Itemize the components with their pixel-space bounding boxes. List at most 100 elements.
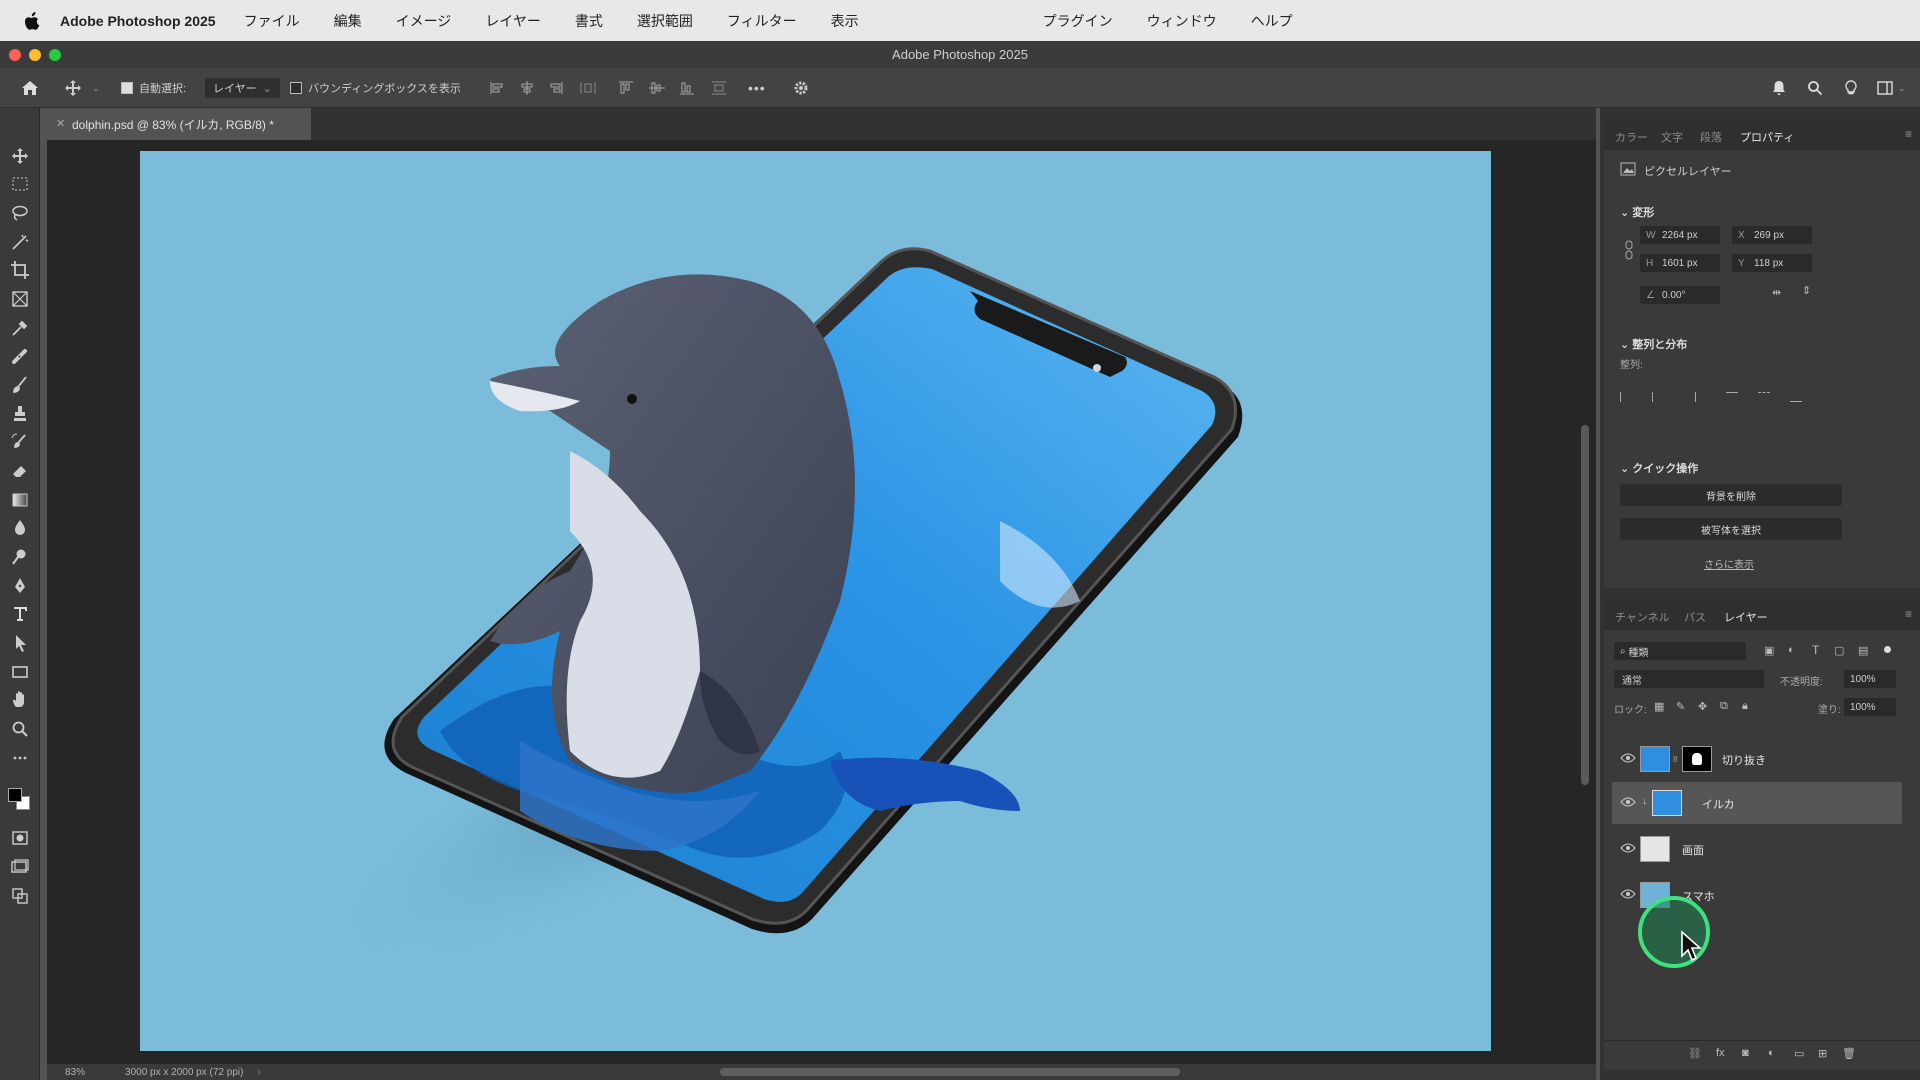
tab-layers[interactable]: レイヤー [1718, 600, 1774, 630]
layer-name[interactable]: イルカ [1702, 796, 1735, 812]
menu-select[interactable]: 選択範囲 [637, 11, 693, 31]
visibility-eye-icon[interactable] [1620, 843, 1636, 853]
align-bottom-icon[interactable] [678, 80, 696, 96]
trash-icon[interactable]: 🗑︎ [1842, 1047, 1856, 1060]
layer-style-icon[interactable]: fx [1716, 1047, 1725, 1059]
remove-background-button[interactable]: 背景を削除 [1620, 484, 1842, 506]
align-left-icon[interactable] [488, 80, 506, 96]
history-brush-tool-icon[interactable] [10, 432, 30, 452]
tab-character[interactable]: 文字 [1661, 129, 1683, 145]
blend-mode-dropdown[interactable]: 通常 [1614, 670, 1764, 688]
quick-actions-section-header[interactable]: ⌄ クイック操作 [1620, 460, 1698, 476]
visibility-eye-icon[interactable] [1620, 797, 1636, 807]
lasso-tool-icon[interactable] [10, 203, 30, 223]
mask-link-icon[interactable]: 8 [1673, 755, 1677, 764]
lock-transparent-icon[interactable]: ▦ [1654, 700, 1664, 713]
tab-paragraph[interactable]: 段落 [1700, 129, 1722, 145]
hand-tool-icon[interactable] [10, 690, 30, 710]
object-selection-tool-icon[interactable] [10, 232, 30, 252]
transform-section-header[interactable]: ⌄ 変形 [1620, 204, 1654, 220]
workspace-layout-icon[interactable] [1876, 80, 1894, 96]
type-tool-icon[interactable] [10, 604, 30, 624]
document-tab[interactable]: ✕ dolphin.psd @ 83% (イルカ, RGB/8) * [47, 108, 311, 140]
menu-image[interactable]: イメージ [396, 11, 452, 31]
frame-tool-icon[interactable] [10, 289, 30, 309]
select-subject-button[interactable]: 被写体を選択 [1620, 518, 1842, 540]
menu-view[interactable]: 表示 [831, 11, 859, 31]
rectangle-tool-icon[interactable] [10, 662, 30, 682]
layer-row-selected[interactable]: ↓ イルカ [1612, 782, 1902, 824]
lightbulb-icon[interactable] [1842, 80, 1860, 96]
new-layer-icon[interactable]: ⊞ [1818, 1047, 1827, 1060]
distribute-vertical-icon[interactable] [710, 80, 728, 96]
color-swatches[interactable] [8, 788, 32, 812]
lock-pixels-icon[interactable]: ✎ [1676, 700, 1685, 713]
visibility-eye-icon[interactable] [1620, 889, 1636, 899]
brush-tool-icon[interactable] [10, 375, 30, 395]
pen-tool-icon[interactable] [10, 576, 30, 596]
link-icon[interactable] [1624, 240, 1634, 260]
home-icon[interactable] [21, 80, 39, 96]
angle-field[interactable]: ∠ 0.00° [1640, 286, 1720, 304]
layer-row[interactable]: 8 切り抜き [1612, 738, 1902, 780]
visibility-eye-icon[interactable] [1620, 753, 1636, 763]
layer-filter-dropdown[interactable]: ⌕ 種類 [1614, 642, 1746, 660]
move-tool-icon[interactable] [64, 80, 82, 96]
vertical-scrollbar[interactable] [1581, 425, 1589, 785]
link-layers-icon[interactable]: ⛓ [1688, 1047, 1702, 1060]
distribute-horizontal-icon[interactable] [579, 80, 597, 96]
flip-horizontal-icon[interactable]: ⇹ [1772, 286, 1781, 299]
artboard-icon[interactable] [10, 886, 30, 906]
lock-all-icon[interactable]: 🔒︎ [1742, 700, 1748, 713]
align-right-icon[interactable] [547, 80, 565, 96]
filter-shape-icon[interactable]: ▢ [1834, 644, 1844, 657]
filter-smart-object-icon[interactable]: ▤ [1858, 644, 1868, 657]
layer-mask-thumbnail[interactable] [1682, 746, 1712, 772]
y-field[interactable]: Y 118 px [1732, 254, 1812, 272]
menu-type[interactable]: 書式 [575, 11, 603, 31]
bell-icon[interactable] [1770, 80, 1788, 96]
fill-field[interactable]: 100% [1844, 698, 1896, 716]
panel-align-middle-icon[interactable] [1758, 392, 1770, 402]
menu-window[interactable]: ウィンドウ [1147, 11, 1217, 31]
edit-toolbar-icon[interactable] [10, 748, 30, 768]
flip-vertical-icon[interactable]: ⇕ [1802, 284, 1811, 297]
zoom-tool-icon[interactable] [10, 719, 30, 739]
width-field[interactable]: W 2264 px [1640, 226, 1720, 244]
chevron-down-icon[interactable]: ⌄ [1898, 78, 1906, 98]
tab-channels[interactable]: チャンネル [1615, 609, 1670, 625]
x-field[interactable]: X 269 px [1732, 226, 1812, 244]
search-icon[interactable] [1806, 80, 1824, 96]
chevron-down-icon[interactable]: ⌄ [92, 78, 100, 98]
crop-tool-icon[interactable] [10, 260, 30, 280]
marquee-tool-icon[interactable] [10, 174, 30, 194]
auto-select-target-dropdown[interactable]: レイヤー ⌄ [205, 78, 280, 98]
horizontal-scrollbar[interactable] [720, 1068, 1180, 1076]
auto-select-checkbox[interactable]: 自動選択: [121, 78, 186, 98]
panel-align-center-icon[interactable] [1652, 392, 1664, 402]
layer-name[interactable]: 切り抜き [1722, 752, 1766, 768]
eyedropper-tool-icon[interactable] [10, 318, 30, 338]
apple-icon[interactable] [22, 11, 42, 31]
move-tool-icon[interactable] [10, 146, 30, 166]
menu-app-name[interactable]: Adobe Photoshop 2025 [60, 13, 216, 29]
show-more-link[interactable]: さらに表示 [1704, 556, 1754, 571]
panel-align-bottom-icon[interactable] [1790, 392, 1802, 402]
quick-mask-icon[interactable] [10, 828, 30, 848]
tab-paths[interactable]: パス [1684, 609, 1706, 625]
lock-artboard-icon[interactable]: ⧉ [1720, 700, 1728, 713]
clone-stamp-tool-icon[interactable] [10, 404, 30, 424]
menu-layer[interactable]: レイヤー [485, 11, 541, 31]
new-group-icon[interactable]: ▭ [1794, 1047, 1804, 1060]
height-field[interactable]: H 1601 px [1640, 254, 1720, 272]
eraser-tool-icon[interactable] [10, 461, 30, 481]
menu-filter[interactable]: フィルター [727, 11, 797, 31]
layer-name[interactable]: 画面 [1682, 842, 1704, 858]
tab-color[interactable]: カラー [1615, 129, 1648, 145]
panel-align-left-icon[interactable] [1620, 392, 1632, 402]
close-tab-icon[interactable]: ✕ [56, 117, 65, 130]
foreground-color-swatch[interactable] [8, 788, 22, 802]
filter-type-icon[interactable]: T [1812, 643, 1819, 657]
panel-menu-icon[interactable]: ≡ [1905, 127, 1912, 141]
align-middle-icon[interactable] [648, 80, 666, 96]
